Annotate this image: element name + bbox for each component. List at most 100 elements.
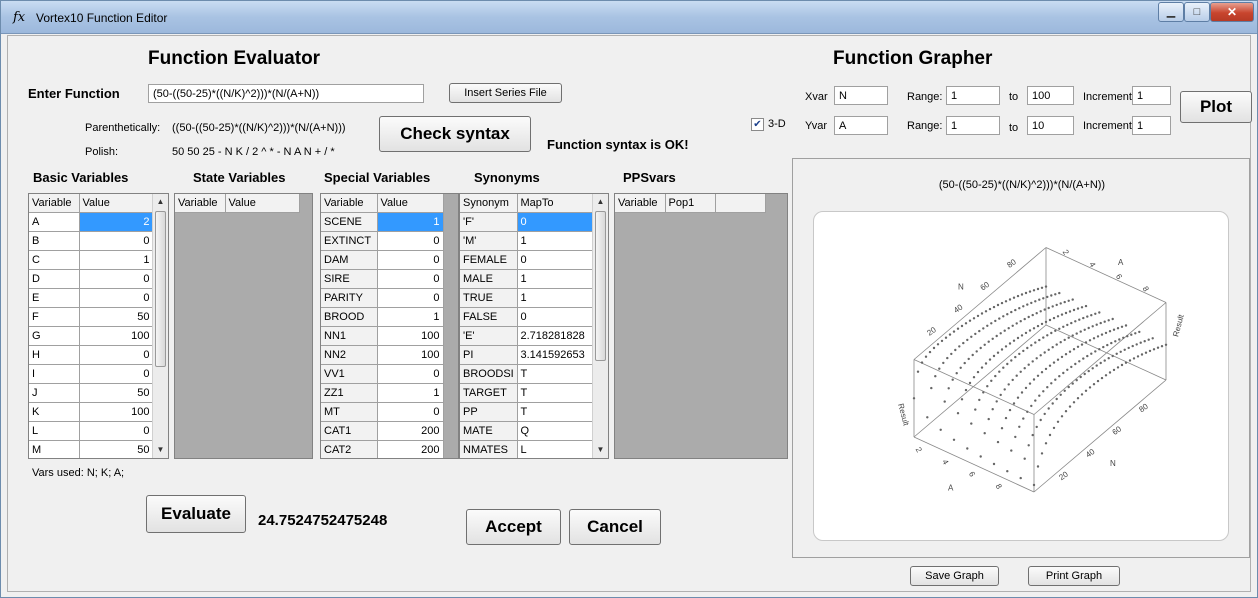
row-value-cell[interactable]: 0 bbox=[517, 212, 594, 232]
table-row[interactable]: MT 0 bbox=[321, 402, 444, 422]
table-row[interactable]: M 50 bbox=[29, 440, 154, 458]
cancel-button[interactable]: Cancel bbox=[569, 509, 661, 545]
row-name-cell[interactable]: VV1 bbox=[321, 364, 378, 384]
table-row[interactable]: NMATES L bbox=[460, 440, 594, 458]
table-row[interactable]: FEMALE 0 bbox=[460, 250, 594, 270]
minimize-button[interactable]: ▁ bbox=[1158, 2, 1184, 22]
table-row[interactable]: CAT1 200 bbox=[321, 421, 444, 441]
row-name-cell[interactable]: PP bbox=[460, 402, 518, 422]
column-header-variable[interactable]: Variable bbox=[175, 194, 226, 213]
table-row[interactable]: FALSE 0 bbox=[460, 307, 594, 327]
row-name-cell[interactable]: EXTINCT bbox=[321, 231, 378, 251]
scroll-thumb[interactable] bbox=[155, 211, 166, 367]
row-name-cell[interactable]: CAT1 bbox=[321, 421, 378, 441]
print-graph-button[interactable]: Print Graph bbox=[1028, 566, 1120, 586]
row-value-cell[interactable]: 0 bbox=[517, 250, 594, 270]
row-value-cell[interactable]: 0 bbox=[377, 231, 444, 251]
row-name-cell[interactable]: K bbox=[29, 402, 80, 422]
table-row[interactable]: A2 bbox=[29, 212, 154, 232]
column-header-variable[interactable]: Variable bbox=[615, 194, 666, 213]
scroll-down-arrow-icon[interactable]: ▼ bbox=[153, 442, 168, 458]
row-name-cell[interactable]: H bbox=[29, 345, 80, 365]
basic-vars-scrollbar[interactable]: ▲ ▼ bbox=[152, 194, 168, 458]
row-name-cell[interactable]: BROODSI bbox=[460, 364, 518, 384]
table-row[interactable]: MALE 1 bbox=[460, 269, 594, 289]
table-row[interactable]: MATE Q bbox=[460, 421, 594, 441]
table-row[interactable]: TARGET T bbox=[460, 383, 594, 403]
row-value-cell[interactable]: 0 bbox=[79, 421, 154, 441]
column-header-value[interactable]: Value bbox=[79, 194, 154, 213]
table-row[interactable]: K 100 bbox=[29, 402, 154, 422]
table-row[interactable]: CAT2 200 bbox=[321, 440, 444, 458]
close-button[interactable]: ✕ bbox=[1210, 2, 1254, 22]
row-name-cell[interactable]: I bbox=[29, 364, 80, 384]
row-value-cell[interactable]: 100 bbox=[79, 402, 154, 422]
row-value-cell[interactable]: 1 bbox=[377, 307, 444, 327]
column-header-value[interactable]: Value bbox=[225, 194, 300, 213]
row-name-cell[interactable]: PI bbox=[460, 345, 518, 365]
column-header-synonym[interactable]: Synonym bbox=[460, 194, 518, 213]
table-row[interactable]: EXTINCT 0 bbox=[321, 231, 444, 251]
row-value-cell[interactable]: 200 bbox=[377, 440, 444, 458]
table-row[interactable]: SIRE 0 bbox=[321, 269, 444, 289]
row-value-cell[interactable]: 100 bbox=[377, 345, 444, 365]
row-name-cell[interactable]: FALSE bbox=[460, 307, 518, 327]
row-value-cell[interactable]: 0 bbox=[79, 345, 154, 365]
row-name-cell[interactable]: PARITY bbox=[321, 288, 378, 308]
plot-button[interactable]: Plot bbox=[1180, 91, 1252, 123]
scroll-up-arrow-icon[interactable]: ▲ bbox=[153, 194, 168, 210]
row-name-cell[interactable]: NN2 bbox=[321, 345, 378, 365]
state-variables-grid[interactable]: Variable Value bbox=[174, 193, 313, 459]
table-row[interactable]: PI 3.141592653 bbox=[460, 345, 594, 365]
row-name-cell[interactable]: 'F' bbox=[460, 212, 518, 232]
x-range-to-input[interactable]: 100 bbox=[1027, 86, 1074, 105]
plot-area[interactable]: 20 40 60 80 2 4 6 8 20 40 60 80 2 4 6 8 N A N A Result Result bbox=[813, 211, 1229, 541]
row-value-cell[interactable]: 1 bbox=[517, 288, 594, 308]
row-name-cell[interactable]: C bbox=[29, 250, 80, 270]
row-name-cell[interactable]: BROOD bbox=[321, 307, 378, 327]
table-row[interactable]: F 50 bbox=[29, 307, 154, 327]
row-name-cell[interactable]: FEMALE bbox=[460, 250, 518, 270]
row-name-cell[interactable]: MALE bbox=[460, 269, 518, 289]
row-value-cell[interactable]: 0 bbox=[79, 231, 154, 251]
column-header-variable[interactable]: Variable bbox=[29, 194, 80, 213]
table-row[interactable]: D0 bbox=[29, 269, 154, 289]
row-value-cell[interactable]: L bbox=[517, 440, 594, 458]
maximize-button[interactable]: □ bbox=[1184, 2, 1210, 22]
table-row[interactable]: SCENE 1 bbox=[321, 212, 444, 232]
row-name-cell[interactable]: M bbox=[29, 440, 80, 458]
table-row[interactable]: ZZ1 1 bbox=[321, 383, 444, 403]
x-range-from-input[interactable]: 1 bbox=[946, 86, 1000, 105]
accept-button[interactable]: Accept bbox=[466, 509, 561, 545]
y-range-to-input[interactable]: 10 bbox=[1027, 116, 1074, 135]
row-name-cell[interactable]: TARGET bbox=[460, 383, 518, 403]
row-value-cell[interactable]: 50 bbox=[79, 307, 154, 327]
three-d-checkbox[interactable]: ✔ bbox=[751, 118, 764, 131]
row-value-cell[interactable]: T bbox=[517, 364, 594, 384]
row-value-cell[interactable]: 50 bbox=[79, 440, 154, 458]
function-input[interactable]: (50-((50-25)*((N/K)^2)))*(N/(A+N)) bbox=[148, 84, 424, 103]
row-value-cell[interactable]: 1 bbox=[377, 383, 444, 403]
column-header-value[interactable]: Value bbox=[377, 194, 444, 213]
table-row[interactable]: BROODSI T bbox=[460, 364, 594, 384]
row-name-cell[interactable]: 'M' bbox=[460, 231, 518, 251]
row-name-cell[interactable]: G bbox=[29, 326, 80, 346]
row-value-cell[interactable]: 200 bbox=[377, 421, 444, 441]
row-name-cell[interactable]: ZZ1 bbox=[321, 383, 378, 403]
row-value-cell[interactable]: 0 bbox=[377, 402, 444, 422]
title-bar[interactable]: fx Vortex10 Function Editor ▁ □ ✕ bbox=[1, 1, 1257, 34]
row-name-cell[interactable]: J bbox=[29, 383, 80, 403]
table-row[interactable]: I0 bbox=[29, 364, 154, 384]
evaluate-button[interactable]: Evaluate bbox=[146, 495, 246, 533]
row-name-cell[interactable]: E bbox=[29, 288, 80, 308]
table-row[interactable]: 'E' 2.718281828 bbox=[460, 326, 594, 346]
table-row[interactable]: C1 bbox=[29, 250, 154, 270]
row-name-cell[interactable]: TRUE bbox=[460, 288, 518, 308]
column-header-pop1[interactable]: Pop1 bbox=[665, 194, 716, 213]
table-row[interactable]: L0 bbox=[29, 421, 154, 441]
row-name-cell[interactable]: D bbox=[29, 269, 80, 289]
table-row[interactable]: H0 bbox=[29, 345, 154, 365]
y-increment-input[interactable]: 1 bbox=[1132, 116, 1171, 135]
row-value-cell[interactable]: 1 bbox=[517, 269, 594, 289]
row-value-cell[interactable]: 2.718281828 bbox=[517, 326, 594, 346]
